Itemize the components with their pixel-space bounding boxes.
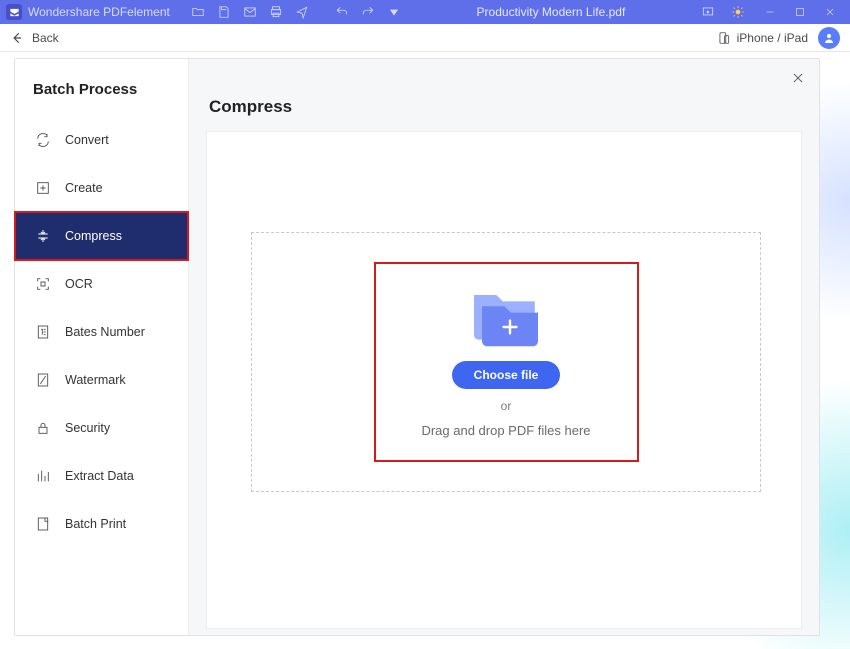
convert-icon <box>35 132 51 148</box>
document-title-label: Productivity Modern Life.pdf <box>477 5 626 19</box>
sidebar-title: Batch Process <box>15 59 188 116</box>
sidebar-item-label: Bates Number <box>65 325 145 339</box>
drop-zone[interactable]: Choose file or Drag and drop PDF files h… <box>251 232 761 492</box>
device-label: iPhone / iPad <box>737 31 808 45</box>
maximize-button[interactable] <box>786 1 814 23</box>
sidebar-item-create[interactable]: Create <box>15 164 188 212</box>
main-content: Compress Choose file or Drag and drop PD… <box>189 59 819 635</box>
compress-icon <box>35 228 51 244</box>
sidebar-item-bates[interactable]: Bates Number <box>15 308 188 356</box>
window-titlebar: Wondershare PDFelement Productivity Mode… <box>0 0 850 24</box>
sidebar-item-label: Watermark <box>65 373 126 387</box>
back-label: Back <box>32 31 59 45</box>
sidebar-item-compress[interactable]: Compress <box>15 212 188 260</box>
sidebar-item-label: OCR <box>65 277 93 291</box>
dropdown-icon[interactable] <box>382 1 406 23</box>
user-icon <box>823 32 835 44</box>
stage: Batch Process Convert Create Compress OC… <box>0 52 850 649</box>
bates-icon <box>35 324 51 340</box>
minimize-button[interactable] <box>756 1 784 23</box>
sidebar-item-batch-print[interactable]: Batch Print <box>15 500 188 548</box>
batch-print-icon <box>35 516 51 532</box>
titlebar-history-group <box>330 1 406 23</box>
compress-card: Choose file or Drag and drop PDF files h… <box>206 131 802 629</box>
present-icon[interactable] <box>696 1 720 23</box>
drag-drop-label: Drag and drop PDF files here <box>421 423 590 438</box>
choose-file-button[interactable]: Choose file <box>452 361 561 389</box>
close-window-button[interactable] <box>816 1 844 23</box>
extract-data-icon <box>35 468 51 484</box>
sidebar-item-label: Convert <box>65 133 109 147</box>
close-icon <box>791 71 805 85</box>
sidebar: Batch Process Convert Create Compress OC… <box>15 59 189 635</box>
close-panel-button[interactable] <box>789 69 807 87</box>
app-name-label: Wondershare PDFelement <box>28 5 170 19</box>
watermark-icon <box>35 372 51 388</box>
save-icon[interactable] <box>212 1 236 23</box>
folder-open-icon[interactable] <box>186 1 210 23</box>
titlebar-center: Productivity Modern Life.pdf <box>412 5 690 19</box>
sidebar-item-security[interactable]: Security <box>15 404 188 452</box>
sidebar-item-extract[interactable]: Extract Data <box>15 452 188 500</box>
undo-icon[interactable] <box>330 1 354 23</box>
redo-icon[interactable] <box>356 1 380 23</box>
or-label: or <box>501 399 512 413</box>
navigation-bar: Back iPhone / iPad <box>0 24 850 52</box>
print-icon[interactable] <box>264 1 288 23</box>
lock-icon <box>35 420 51 436</box>
ocr-icon <box>35 276 51 292</box>
theme-icon[interactable] <box>726 1 750 23</box>
back-button[interactable]: Back <box>10 31 59 45</box>
window-controls <box>756 1 844 23</box>
batch-panel: Batch Process Convert Create Compress OC… <box>14 58 820 636</box>
sidebar-item-convert[interactable]: Convert <box>15 116 188 164</box>
create-icon <box>35 180 51 196</box>
devices-icon <box>717 31 731 45</box>
share-icon[interactable] <box>290 1 314 23</box>
sidebar-item-label: Compress <box>65 229 122 243</box>
app-logo-icon <box>6 4 22 20</box>
page-title: Compress <box>189 59 819 131</box>
user-avatar[interactable] <box>818 27 840 49</box>
sidebar-item-label: Security <box>65 421 110 435</box>
sidebar-item-label: Create <box>65 181 103 195</box>
sidebar-item-label: Extract Data <box>65 469 134 483</box>
drop-zone-highlight: Choose file or Drag and drop PDF files h… <box>374 262 639 462</box>
arrow-left-icon <box>10 31 24 45</box>
sidebar-item-watermark[interactable]: Watermark <box>15 356 188 404</box>
folder-plus-icon <box>466 287 546 351</box>
mail-icon[interactable] <box>238 1 262 23</box>
titlebar-file-group <box>186 1 314 23</box>
sidebar-item-label: Batch Print <box>65 517 126 531</box>
device-switch-button[interactable]: iPhone / iPad <box>717 31 808 45</box>
sidebar-item-ocr[interactable]: OCR <box>15 260 188 308</box>
